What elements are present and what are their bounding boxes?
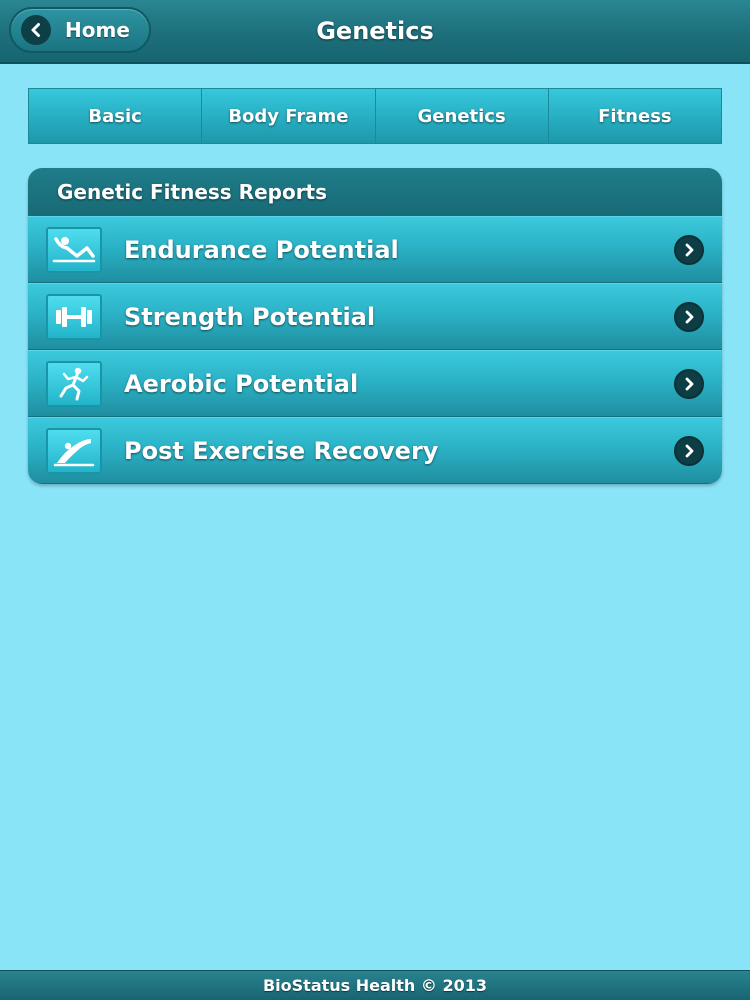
page-title: Genetics <box>316 17 434 45</box>
list-title: Genetic Fitness Reports <box>57 180 328 204</box>
app-screen: Home Genetics Basic Body Frame Genetics … <box>0 0 750 1000</box>
dumbbell-icon <box>46 293 102 340</box>
tab-label: Genetics <box>417 105 506 127</box>
tab-label: Fitness <box>598 105 672 127</box>
tab-genetics[interactable]: Genetics <box>375 89 549 143</box>
tab-label: Basic <box>88 105 142 127</box>
list-item-label: Post Exercise Recovery <box>124 436 439 465</box>
tab-basic[interactable]: Basic <box>29 89 203 143</box>
tab-body-frame[interactable]: Body Frame <box>202 89 376 143</box>
footer-copyright: BioStatus Health © 2013 <box>262 976 487 995</box>
top-bar: Home Genetics <box>0 0 750 64</box>
tab-bar: Basic Body Frame Genetics Fitness <box>28 88 722 144</box>
recovery-icon <box>46 427 102 474</box>
tab-fitness[interactable]: Fitness <box>548 89 721 143</box>
chevron-right-icon <box>674 368 704 399</box>
footer-bar: BioStatus Health © 2013 <box>0 970 750 1000</box>
chevron-right-icon <box>674 234 704 265</box>
runner-icon <box>46 360 102 407</box>
list-item-post-exercise-recovery[interactable]: Post Exercise Recovery <box>28 417 722 484</box>
list-header: Genetic Fitness Reports <box>28 168 722 216</box>
chevron-right-icon <box>674 435 704 466</box>
tab-label: Body Frame <box>228 105 349 127</box>
list-item-label: Endurance Potential <box>124 235 399 264</box>
list-item-label: Aerobic Potential <box>124 369 359 398</box>
list-item-endurance-potential[interactable]: Endurance Potential <box>28 216 722 283</box>
situp-icon <box>46 226 102 273</box>
chevron-right-icon <box>674 301 704 332</box>
list-item-strength-potential[interactable]: Strength Potential <box>28 283 722 350</box>
genetic-fitness-reports-list: Genetic Fitness Reports Endurance Potent… <box>28 168 722 484</box>
list-item-aerobic-potential[interactable]: Aerobic Potential <box>28 350 722 417</box>
list-item-label: Strength Potential <box>124 302 376 331</box>
